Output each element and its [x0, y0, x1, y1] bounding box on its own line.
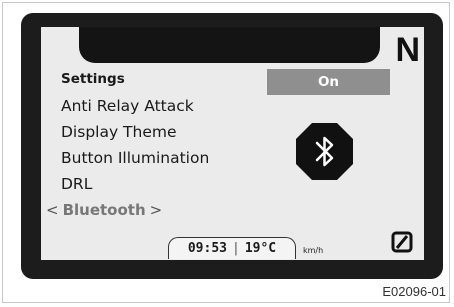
zero-slash-icon — [391, 231, 413, 253]
ambient-temperature: 19°C — [244, 241, 277, 256]
figure-label: E02096-01 — [382, 284, 446, 299]
top-notch-bar — [79, 27, 380, 63]
speed-unit-label: km/h — [303, 246, 324, 255]
chevron-right-icon[interactable]: > — [150, 201, 163, 219]
clock-time: 09:53 — [187, 241, 227, 256]
menu-item-anti-relay-attack[interactable]: Anti Relay Attack — [61, 97, 194, 115]
bluetooth-toggle-button[interactable]: On — [267, 69, 390, 95]
selected-item-label: Bluetooth — [62, 201, 146, 219]
display-screen: N Settings Anti Relay Attack Display The… — [41, 27, 424, 260]
selected-menu-item-bluetooth[interactable]: < Bluetooth > — [46, 201, 162, 219]
menu-item-drl[interactable]: DRL — [61, 175, 92, 193]
bluetooth-icon — [296, 123, 353, 180]
status-bar: 09:53 | 19°C — [168, 237, 296, 259]
menu-item-button-illumination[interactable]: Button Illumination — [61, 149, 209, 167]
menu-title: Settings — [61, 71, 125, 87]
status-separator: | — [232, 241, 240, 256]
menu-item-display-theme[interactable]: Display Theme — [61, 123, 177, 141]
gear-indicator: N — [395, 31, 420, 69]
chevron-left-icon[interactable]: < — [46, 201, 59, 219]
